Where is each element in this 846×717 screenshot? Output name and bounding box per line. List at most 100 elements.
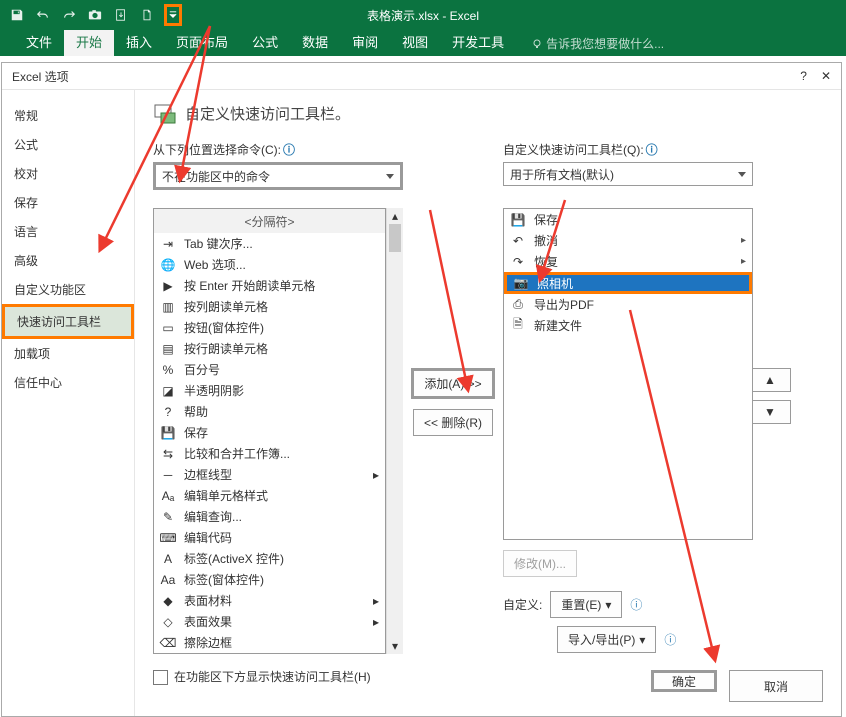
undo-icon[interactable] (34, 6, 52, 24)
reset-button[interactable]: 重置(E) ▾ (550, 591, 622, 618)
erase-border-icon: ⌫ (160, 635, 176, 651)
camera-icon[interactable] (86, 6, 104, 24)
redo-icon[interactable] (60, 6, 78, 24)
list-item[interactable]: ─边框线型▸ (154, 464, 385, 485)
tab-home[interactable]: 开始 (64, 27, 114, 56)
qat-item-undo[interactable]: ↶撤消▸ (504, 230, 752, 251)
save-icon: 💾 (510, 212, 526, 228)
qat-item-export-pdf[interactable]: ⎙导出为PDF (504, 294, 752, 315)
ribbon-tabs: 文件 开始 插入 页面布局 公式 数据 审阅 视图 开发工具 告诉我您想要做什么… (0, 30, 846, 56)
tab-developer[interactable]: 开发工具 (440, 27, 516, 56)
list-item[interactable]: ▤按行朗读单元格 (154, 338, 385, 359)
list-item[interactable]: ▶按 Enter 开始朗读单元格 (154, 275, 385, 296)
info-icon[interactable]: ⓘ (664, 631, 676, 648)
help-icon[interactable]: ? (800, 69, 807, 83)
submenu-icon: ▸ (741, 256, 746, 267)
tab-page-layout[interactable]: 页面布局 (164, 27, 240, 56)
list-item[interactable]: Aₐ编辑单元格样式 (154, 485, 385, 506)
available-commands-list[interactable]: <分隔符> ⇥Tab 键次序... 🌐Web 选项... ▶按 Enter 开始… (153, 208, 386, 654)
list-item[interactable]: ◆表面材料▸ (154, 590, 385, 611)
new-file-icon[interactable] (138, 6, 156, 24)
list-item[interactable]: 💾保存 (154, 422, 385, 443)
scroll-thumb[interactable] (389, 224, 401, 252)
tab-insert[interactable]: 插入 (114, 27, 164, 56)
remove-button[interactable]: << 删除(R) (413, 409, 493, 436)
sidebar-item-formulas[interactable]: 公式 (2, 130, 134, 159)
sidebar-item-advanced[interactable]: 高级 (2, 246, 134, 275)
caret-down-icon: ▾ (639, 633, 645, 647)
redo-icon: ↷ (510, 254, 526, 270)
cancel-button[interactable]: 取消 (729, 670, 823, 702)
close-icon[interactable]: ✕ (821, 69, 831, 83)
sidebar-item-proofing[interactable]: 校对 (2, 159, 134, 188)
choose-commands-select[interactable]: 不在功能区中的命令 (153, 162, 403, 190)
scrollbar[interactable]: ▴ ▾ (386, 208, 403, 654)
caret-down-icon (386, 174, 394, 179)
label-form-icon: Aa (160, 572, 176, 588)
speak-rows-icon: ▤ (160, 341, 176, 357)
scroll-down-icon[interactable]: ▾ (387, 638, 403, 654)
list-item[interactable]: %百分号 (154, 359, 385, 380)
customize-qat-select[interactable]: 用于所有文档(默认) (503, 162, 753, 186)
tell-me-search[interactable]: 告诉我您想要做什么... (526, 31, 670, 56)
scroll-up-icon[interactable]: ▴ (387, 208, 403, 224)
tab-file[interactable]: 文件 (14, 27, 64, 56)
tab-data[interactable]: 数据 (290, 27, 340, 56)
list-item[interactable]: ▥按列朗读单元格 (154, 296, 385, 317)
compare-icon: ⇆ (160, 446, 176, 462)
window-title: 表格演示.xlsx - Excel (367, 7, 479, 24)
list-item[interactable]: ◇表面效果▸ (154, 611, 385, 632)
options-sidebar: 常规 公式 校对 保存 语言 高级 自定义功能区 快速访问工具栏 加载项 信任中… (2, 89, 135, 716)
sidebar-item-customize-ribbon[interactable]: 自定义功能区 (2, 275, 134, 304)
customize-label: 自定义: (503, 596, 542, 613)
list-item[interactable]: ⌨编辑代码 (154, 527, 385, 548)
qat-customize-dropdown[interactable] (164, 4, 182, 26)
dialog-footer: 确定 取消 (651, 670, 823, 702)
submenu-icon: ▸ (741, 235, 746, 246)
list-item[interactable]: Aa标签(窗体控件) (154, 569, 385, 590)
info-icon[interactable]: ⓘ (630, 596, 642, 613)
list-item[interactable]: 🌐Web 选项... (154, 254, 385, 275)
list-item[interactable]: ✎编辑查询... (154, 506, 385, 527)
qat-item-save[interactable]: 💾保存 (504, 209, 752, 230)
shadow-icon: ◪ (160, 383, 176, 399)
edit-code-icon: ⌨ (160, 530, 176, 546)
list-item[interactable]: ⇥Tab 键次序... (154, 233, 385, 254)
info-icon[interactable]: ⓘ (646, 143, 658, 157)
tab-review[interactable]: 审阅 (340, 27, 390, 56)
move-down-button[interactable]: ▼ (749, 400, 791, 424)
sidebar-item-general[interactable]: 常规 (2, 101, 134, 130)
import-export-button[interactable]: 导入/导出(P) ▾ (557, 626, 656, 653)
qat-item-new-file[interactable]: 🗎新建文件 (504, 315, 752, 336)
sidebar-item-language[interactable]: 语言 (2, 217, 134, 246)
list-item[interactable]: ◪半透明阴影 (154, 380, 385, 401)
info-icon[interactable]: ⓘ (283, 143, 295, 157)
add-button[interactable]: 添加(A) >> (411, 368, 494, 399)
submenu-icon: ▸ (373, 468, 379, 482)
save-icon[interactable] (8, 6, 26, 24)
border-line-icon: ─ (160, 467, 176, 483)
dialog-title: Excel 选项 (12, 68, 69, 85)
tell-me-text: 告诉我您想要做什么... (546, 35, 664, 52)
qat-item-redo[interactable]: ↷恢复▸ (504, 251, 752, 272)
qat-commands-list[interactable]: 💾保存 ↶撤消▸ ↷恢复▸ 📷照相机 ⎙导出为PDF 🗎新建文件 (503, 208, 753, 540)
qat-item-camera[interactable]: 📷照相机 (504, 272, 752, 294)
sidebar-item-addins[interactable]: 加载项 (2, 339, 134, 368)
list-item[interactable]: A标签(ActiveX 控件) (154, 548, 385, 569)
sidebar-item-qat[interactable]: 快速访问工具栏 (2, 304, 134, 339)
sidebar-item-trust-center[interactable]: 信任中心 (2, 368, 134, 397)
move-up-button[interactable]: ▲ (749, 368, 791, 392)
ok-button[interactable]: 确定 (651, 670, 717, 692)
list-item[interactable]: ⇆比较和合并工作簿... (154, 443, 385, 464)
list-item[interactable]: ▭按钮(窗体控件) (154, 317, 385, 338)
sidebar-item-save[interactable]: 保存 (2, 188, 134, 217)
list-item[interactable]: ⌫擦除边框 (154, 632, 385, 653)
list-item[interactable]: ?帮助 (154, 401, 385, 422)
button-control-icon: ▭ (160, 320, 176, 336)
list-item-separator[interactable]: <分隔符> (154, 209, 385, 233)
tab-view[interactable]: 视图 (390, 27, 440, 56)
tab-formulas[interactable]: 公式 (240, 27, 290, 56)
caret-down-icon: ▾ (605, 598, 611, 612)
percent-icon: % (160, 362, 176, 378)
export-pdf-icon[interactable] (112, 6, 130, 24)
